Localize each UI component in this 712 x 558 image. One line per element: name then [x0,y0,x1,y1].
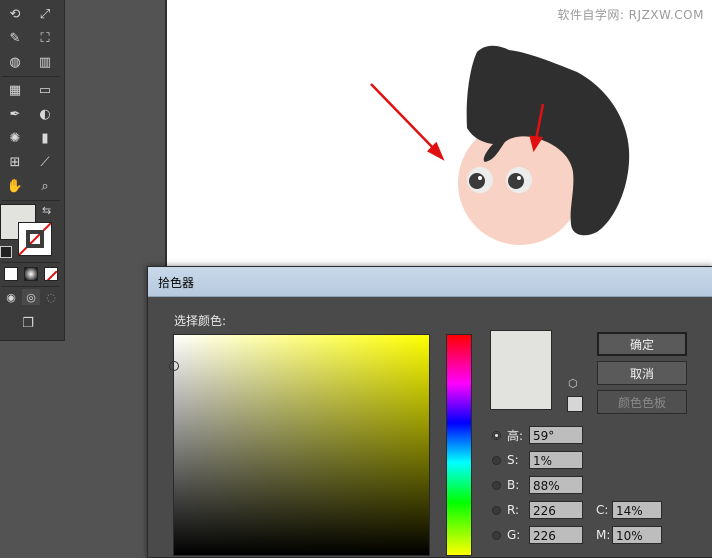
rotate-tool-icon[interactable]: ⟲ [4,4,26,24]
gradient-tool-icon[interactable]: ▭ [34,80,56,100]
brightness-label: B: [507,478,520,492]
screen-mode-icon[interactable]: ❐ [16,314,40,332]
cyan-label: C: [596,503,609,517]
cartoon-head-illustration [370,45,630,245]
hue-row: 高: 59° [492,425,583,445]
none-slash-icon [19,223,51,255]
artboard-tool-icon[interactable]: ⊞ [4,152,26,172]
none-icon [46,270,57,280]
shape-builder-tool-icon[interactable]: ◍ [4,52,26,72]
swap-fill-stroke-icon[interactable]: ⇆ [42,204,51,217]
blend-tool-icon[interactable]: ◐ [34,104,56,124]
draw-inside-icon[interactable]: ◌ [42,289,60,305]
color-field-marker[interactable] [169,361,179,371]
magenta-row: M: 10% [596,525,662,545]
warp-tool-icon[interactable]: ✎ [4,28,26,48]
current-color-swatch [490,330,552,410]
artboard-canvas[interactable]: 软件自学网: RJZXW.COM [165,0,712,268]
eyedropper-tool-icon[interactable]: ✒ [4,104,26,124]
green-row: G: 226 [492,525,583,545]
magenta-label: M: [596,528,611,542]
left-pupil [469,173,485,189]
green-field[interactable]: 226 [529,526,583,544]
hue-label: 高: [507,428,524,443]
green-label: G: [507,528,521,542]
hue-slider[interactable] [446,334,472,556]
green-radio[interactable] [492,530,501,540]
saturation-radio[interactable] [492,455,501,465]
brightness-field[interactable]: 88% [529,476,583,494]
saturation-field[interactable]: 1% [529,451,583,469]
red-field[interactable]: 226 [529,501,583,519]
free-transform-tool-icon[interactable]: ⛶ [34,28,56,48]
red-row: R: 226 [492,500,583,520]
brightness-radio[interactable] [492,480,501,490]
dialog-titlebar[interactable]: 拾色器 [148,267,712,297]
saturation-row: S: 1% [492,450,583,470]
cyan-field[interactable]: 14% [612,501,662,519]
none-mode-button[interactable] [44,267,58,281]
red-radio[interactable] [492,505,501,515]
default-colors-icon[interactable] [0,246,12,258]
stroke-swatch[interactable] [18,222,52,256]
draw-normal-icon[interactable]: ◉ [2,289,20,305]
column-graph-tool-icon[interactable]: ▮ [34,128,56,148]
slice-tool-icon[interactable]: ⟋ [34,152,56,172]
graph-tool-icon[interactable]: ▥ [34,52,56,72]
ok-button[interactable]: 确定 [597,332,687,356]
tools-panel: ⟲ ⤢ ✎ ⛶ ◍ ▥ ▦ ▭ ✒ ◐ ✺ ▮ ⊞ ⟋ ✋ ⌕ ⇆ ◉ ◎ ◌ … [0,0,65,341]
zoom-tool-icon[interactable]: ⌕ [34,176,56,196]
red-label: R: [507,503,520,517]
hand-tool-icon[interactable]: ✋ [4,176,26,196]
magenta-field[interactable]: 10% [612,526,662,544]
mesh-tool-icon[interactable]: ▦ [4,80,26,100]
color-mode-button[interactable] [4,267,18,281]
cube-icon[interactable]: ⬡ [568,377,580,390]
gradient-mode-button[interactable] [24,267,38,281]
brightness-row: B: 88% [492,475,583,495]
color-swatches-button[interactable]: 颜色色板 [597,390,687,414]
color-picker-dialog: 拾色器 选择颜色: ⬡ 确定 取消 颜色色板 高: 59° S: 1% B: 8… [147,266,712,558]
draw-behind-icon[interactable]: ◎ [22,289,40,305]
hue-field[interactable]: 59° [529,426,583,444]
web-color-swatch[interactable] [567,396,583,412]
right-pupil [508,173,524,189]
cancel-button[interactable]: 取消 [597,361,687,385]
select-color-label: 选择颜色: [174,314,227,328]
color-field[interactable] [169,334,430,556]
scale-tool-icon[interactable]: ⤢ [34,4,56,24]
hue-radio[interactable] [492,430,501,440]
symbol-sprayer-tool-icon[interactable]: ✺ [4,128,26,148]
dialog-title: 拾色器 [158,276,195,290]
cyan-row: C: 14% [596,500,662,520]
saturation-label: S: [507,453,519,467]
